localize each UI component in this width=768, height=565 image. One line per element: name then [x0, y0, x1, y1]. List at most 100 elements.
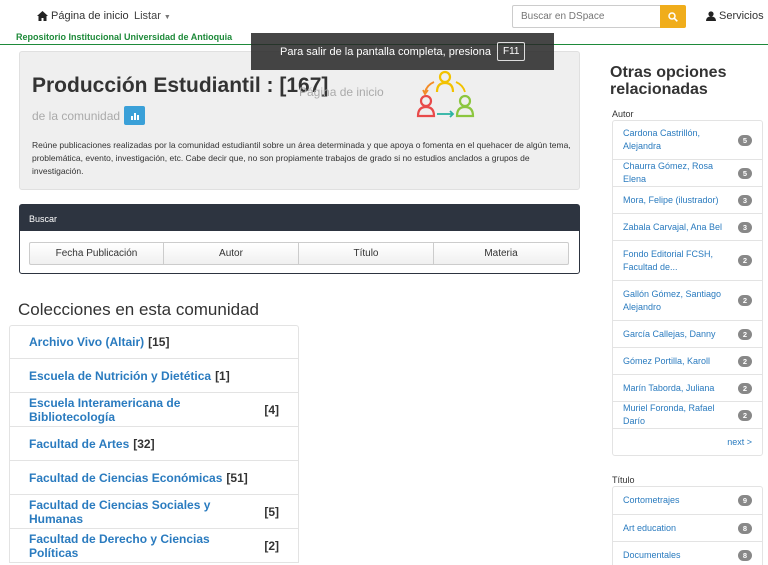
facet-item-label: Art education [623, 522, 677, 533]
facet-count-badge: 2 [738, 328, 752, 340]
facet-count-badge: 8 [738, 522, 752, 534]
collection-item: Facultad de Artes [32] [9, 427, 299, 461]
facet-item-label: Mora, Felipe (ilustrador) [623, 194, 719, 205]
facet-count-badge: 5 [738, 167, 752, 179]
collection-item: Facultad de Ciencias Sociales y Humanas [… [9, 495, 299, 529]
facet-count-badge: 9 [738, 495, 752, 506]
collection-count: [32] [133, 436, 155, 451]
author-facet-item[interactable]: Chaurra Gómez, Rosa Elena 5 [613, 159, 762, 186]
statistics-button[interactable] [124, 106, 146, 125]
facet-item-label: Muriel Foronda, Rafael Darío [623, 403, 715, 426]
home-icon [37, 11, 48, 21]
collection-count: [1] [215, 368, 230, 383]
facet-item-label: Gómez Portilla, Karoll [623, 355, 711, 366]
browse-panel-header: Buscar [20, 205, 579, 231]
collection-count: [2] [264, 538, 279, 553]
sidebar-heading: Otras opciones relacionadas [610, 64, 727, 98]
facet-count-badge: 2 [738, 295, 752, 306]
author-facet-item[interactable]: Muriel Foronda, Rafael Darío 2 [613, 401, 762, 428]
title-facet-item[interactable]: Art education 8 [613, 514, 762, 541]
author-facet-item[interactable]: García Callejas, Danny 2 [613, 320, 762, 347]
fullscreen-key: F11 [496, 42, 526, 61]
facet-item-label: Cardona Castrillón, Alejandra [623, 128, 701, 151]
author-facet-item[interactable]: Mora, Felipe (ilustrador) 3 [613, 186, 762, 213]
browse-by-title-button[interactable]: Título [299, 242, 434, 265]
top-navbar: Página de inicio Listar▼ Servicios▼ [0, 0, 768, 32]
facet-item-label: Marín Taborda, Juliana [623, 382, 715, 393]
author-facet-item[interactable]: Gallón Gómez, Santiago Alejandro 2 [613, 280, 762, 320]
home-label: Página de inicio [51, 10, 129, 22]
collection-link[interactable]: Facultad de Ciencias Económicas [29, 471, 222, 485]
author-facet-label: Autor [612, 109, 634, 119]
facet-item-label: Gallón Gómez, Santiago Alejandro [623, 288, 722, 312]
facet-item-label: García Callejas, Danny [623, 328, 716, 339]
browse-by-date-button[interactable]: Fecha Publicación [29, 242, 164, 265]
collection-count: [15] [148, 335, 170, 349]
collection-link[interactable]: Facultad de Ciencias Sociales y Humanas [29, 498, 260, 526]
facet-item-label: Zabala Carvajal, Ana Bel [623, 221, 723, 232]
browse-panel: Buscar Fecha Publicación Autor Título Ma… [19, 204, 580, 274]
browse-by-subject-button[interactable]: Materia [434, 242, 569, 265]
browse-by-author-button[interactable]: Autor [164, 242, 299, 265]
collection-item: Facultad de Derecho y Ciencias Políticas… [9, 529, 299, 563]
facet-count-badge: 3 [738, 221, 752, 233]
facet-count-badge: 2 [738, 382, 752, 394]
collections-list: Archivo Vivo (Altair) [15] Escuela de Nut… [9, 325, 299, 563]
author-facet-item[interactable]: Cardona Castrillón, Alejandra 5 [613, 121, 762, 159]
collection-count: [51] [226, 470, 248, 485]
repository-title[interactable]: Repositorio Institucional Universidad de… [16, 32, 232, 42]
facet-item-label: Documentales [623, 549, 681, 560]
collection-link[interactable]: Archivo Vivo (Altair) [29, 335, 144, 349]
search-button[interactable] [660, 5, 686, 28]
community-description: Reúne publicaciones realizadas por la co… [32, 140, 571, 176]
author-facet-item[interactable]: Zabala Carvajal, Ana Bel 3 [613, 213, 762, 240]
list-label: Listar [134, 10, 161, 22]
caret-down-icon: ▼ [163, 14, 171, 21]
search-input[interactable] [512, 5, 661, 28]
collections-heading: Colecciones en esta comunidad [18, 300, 259, 319]
facet-count-badge: 2 [738, 409, 752, 421]
page-subtitle-continued: de la comunidad [32, 108, 121, 123]
fullscreen-notice-text: Para salir de la pantalla completa, pres… [280, 45, 491, 58]
author-facet-next-link[interactable]: next > [613, 428, 762, 455]
community-logo-icon [416, 70, 475, 118]
facet-item-label: Fondo Editorial FCSH, Facultad de... [623, 248, 714, 272]
facet-item-label: Chaurra Gómez, Rosa Elena [623, 161, 714, 184]
title-facet-label: Título [612, 475, 635, 485]
collection-link[interactable]: Escuela de Nutrición y Dietética [29, 369, 211, 383]
collection-link[interactable]: Escuela Interamericana de Bibliotecologí… [29, 396, 260, 424]
facet-count-badge: 2 [738, 255, 752, 266]
collection-link[interactable]: Facultad de Derecho y Ciencias Políticas [29, 532, 260, 560]
fullscreen-notice: Para salir de la pantalla completa, pres… [251, 33, 554, 70]
facet-item-label: Cortometrajes [623, 495, 680, 505]
collection-item: Archivo Vivo (Altair) [15] [9, 325, 299, 359]
collection-count: [5] [264, 504, 279, 519]
services-dropdown[interactable]: Servicios▼ [706, 10, 768, 22]
collection-link[interactable]: Facultad de Artes [29, 437, 129, 451]
bar-chart-icon [130, 113, 139, 120]
collection-count: [4] [264, 402, 279, 417]
list-dropdown[interactable]: Listar ▼ [134, 10, 171, 22]
services-label: Servicios [719, 10, 764, 22]
community-header: Producción Estudiantil : [167] Página de… [19, 51, 580, 190]
facet-count-badge: 2 [738, 355, 752, 367]
search-icon [668, 11, 678, 22]
title-facet-item[interactable]: Cortometrajes 9 [613, 487, 762, 514]
collection-item: Escuela Interamericana de Bibliotecologí… [9, 393, 299, 427]
page-subtitle-line2: de la comunidad [32, 106, 146, 125]
facet-count-badge: 8 [738, 549, 752, 561]
facet-count-badge: 3 [738, 194, 752, 206]
facet-count-badge: 5 [738, 134, 752, 146]
author-facet-item[interactable]: Marín Taborda, Juliana 2 [613, 374, 762, 401]
author-facet-item[interactable]: Fondo Editorial FCSH, Facultad de... 2 [613, 240, 762, 280]
home-link[interactable]: Página de inicio [37, 10, 129, 22]
title-facet-item[interactable]: Documentales 8 [613, 541, 762, 565]
title-facet-list: Cortometrajes 9 Art education 8 Documental… [612, 486, 763, 565]
page-subtitle: Página de inicio [299, 85, 384, 99]
page-title: Producción Estudiantil : [167] [32, 74, 329, 97]
browse-button-group: Fecha Publicación Autor Título Materia [29, 242, 569, 265]
author-facet-list: Cardona Castrillón, Alejandra 5 Chaurra G… [612, 120, 763, 456]
author-facet-item[interactable]: Gómez Portilla, Karoll 2 [613, 347, 762, 374]
collection-item: Escuela de Nutrición y Dietética [1] [9, 359, 299, 393]
collection-item: Facultad de Ciencias Económicas [51] [9, 461, 299, 495]
